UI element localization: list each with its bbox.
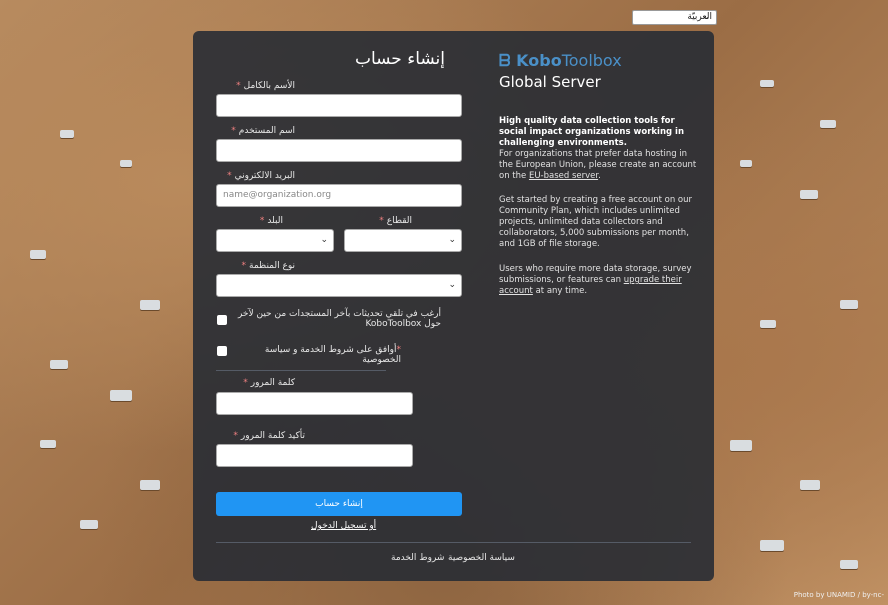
- org-type-label: نوع المنظمة*: [241, 261, 295, 271]
- terms-checkbox-label: *أوافق على شروط الخدمة و سياسة الخصوصية: [264, 345, 401, 365]
- chevron-down-icon: ⌄: [320, 235, 328, 245]
- create-account-button[interactable]: إنشاء حساب: [216, 492, 462, 516]
- updates-checkbox-label: أرغب في تلقي تحديثات بآخر المستجدات من ح…: [237, 309, 441, 329]
- chevron-down-icon: ⌄: [448, 280, 456, 290]
- terms-checkbox[interactable]: [217, 346, 227, 356]
- full-name-input[interactable]: [216, 94, 462, 117]
- server-name: Global Server: [499, 73, 601, 91]
- username-input[interactable]: [216, 139, 462, 162]
- login-link[interactable]: أو تسجيل الدخول: [311, 521, 376, 531]
- email-input[interactable]: name@organization.org: [216, 184, 462, 207]
- country-select[interactable]: ⌄: [216, 229, 334, 252]
- confirm-password-label: تأكيد كلمة المرور*: [233, 431, 305, 441]
- eu-server-link[interactable]: EU-based server: [529, 171, 598, 181]
- country-label: البلد*: [259, 216, 283, 226]
- signup-panel: إنشاء حساب الأسم بالكامل* اسم المستخدم* …: [193, 31, 714, 581]
- email-label: البريد الالكتروني*: [227, 171, 295, 181]
- sector-label: القطاع*: [379, 216, 412, 226]
- divider: [216, 370, 386, 371]
- upgrade-paragraph: Users who require more data storage, sur…: [499, 264, 692, 296]
- logo-icon: ᗷ: [499, 51, 517, 70]
- privacy-link[interactable]: سياسة الخصوصية: [448, 553, 515, 563]
- language-select[interactable]: العربيّة ⌄: [632, 10, 717, 25]
- tagline: High quality data collection tools for s…: [499, 116, 685, 148]
- org-type-select[interactable]: ⌄: [216, 274, 462, 297]
- email-placeholder: name@organization.org: [223, 190, 332, 200]
- sector-select[interactable]: ⌄: [344, 229, 462, 252]
- updates-checkbox[interactable]: [217, 315, 227, 325]
- password-label: كلمة المرور*: [243, 378, 295, 388]
- community-paragraph: Get started by creating a free account o…: [499, 195, 693, 249]
- password-input[interactable]: [216, 392, 413, 415]
- chevron-down-icon: ⌄: [703, 12, 710, 21]
- photo-credit: Photo by UNAMID / by-nc-: [793, 591, 884, 599]
- chevron-down-icon: ⌄: [448, 235, 456, 245]
- username-label: اسم المستخدم*: [231, 126, 295, 136]
- eu-paragraph: For organizations that prefer data hosti…: [499, 149, 697, 181]
- footer-divider: [216, 542, 691, 543]
- confirm-password-input[interactable]: [216, 444, 413, 467]
- kobotoolbox-logo: ᗷ KoboToolbox: [499, 51, 622, 70]
- page-title: إنشاء حساب: [354, 49, 445, 69]
- full-name-label: الأسم بالكامل*: [236, 81, 295, 91]
- terms-link[interactable]: شروط الخدمة: [391, 553, 444, 563]
